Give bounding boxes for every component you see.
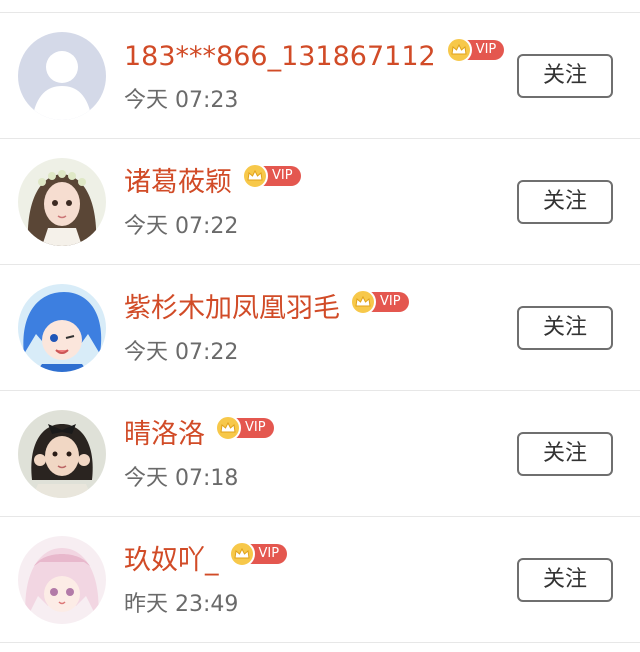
vip-badge: VIP <box>215 415 274 441</box>
anime-pink-hair <box>18 536 106 624</box>
user-name[interactable]: 玖奴吖_ <box>124 541 219 581</box>
crown-icon <box>350 289 376 315</box>
crown-icon <box>215 415 241 441</box>
avatar[interactable] <box>18 536 106 624</box>
follow-time: 昨天 23:49 <box>124 592 239 617</box>
follow-time: 今天 07:18 <box>124 466 239 491</box>
list-item[interactable]: 晴洛洛 VIP 今天 07:18 关注 <box>0 391 640 517</box>
anime-girl-flower-crown <box>18 158 106 246</box>
crown-icon <box>228 541 255 567</box>
follow-button[interactable]: 关注 <box>517 54 613 98</box>
avatar[interactable] <box>18 32 106 120</box>
avatar[interactable] <box>18 158 106 246</box>
user-name[interactable]: 晴洛洛 <box>124 415 205 455</box>
follow-time: 今天 07:23 <box>124 88 239 113</box>
follow-button[interactable]: 关注 <box>517 558 613 602</box>
follow-time: 今天 07:22 <box>124 214 239 239</box>
vip-badge: VIP <box>242 163 301 189</box>
follower-list: 183***866_131867112 VIP 今天 07:23 关注 诸葛莜颖… <box>0 0 640 652</box>
crown-icon <box>445 37 472 63</box>
vip-badge: VIP <box>228 541 288 567</box>
list-item[interactable]: 玖奴吖_ VIP 昨天 23:49 关注 <box>0 517 640 643</box>
vip-badge: VIP <box>350 289 409 315</box>
user-name[interactable]: 183***866_131867112 <box>124 37 436 77</box>
follow-time: 今天 07:22 <box>124 340 239 365</box>
default-avatar-icon <box>18 32 106 120</box>
user-name[interactable]: 紫杉木加凤凰羽毛 <box>124 289 340 329</box>
vip-badge: VIP <box>445 37 505 63</box>
follow-button[interactable]: 关注 <box>517 432 613 476</box>
crown-icon <box>242 163 268 189</box>
list-item[interactable]: 183***866_131867112 VIP 今天 07:23 关注 <box>0 13 640 139</box>
anime-blue-hair-wink <box>18 284 106 372</box>
follow-button[interactable]: 关注 <box>517 180 613 224</box>
follow-button[interactable]: 关注 <box>517 306 613 350</box>
list-item[interactable]: 紫杉木加凤凰羽毛 VIP 今天 07:22 关注 <box>0 265 640 391</box>
avatar[interactable] <box>18 284 106 372</box>
girl-photo-bow <box>18 410 106 498</box>
avatar[interactable] <box>18 410 106 498</box>
user-name[interactable]: 诸葛莜颖 <box>124 163 232 203</box>
list-item[interactable]: 诸葛莜颖 VIP 今天 07:22 关注 <box>0 139 640 265</box>
